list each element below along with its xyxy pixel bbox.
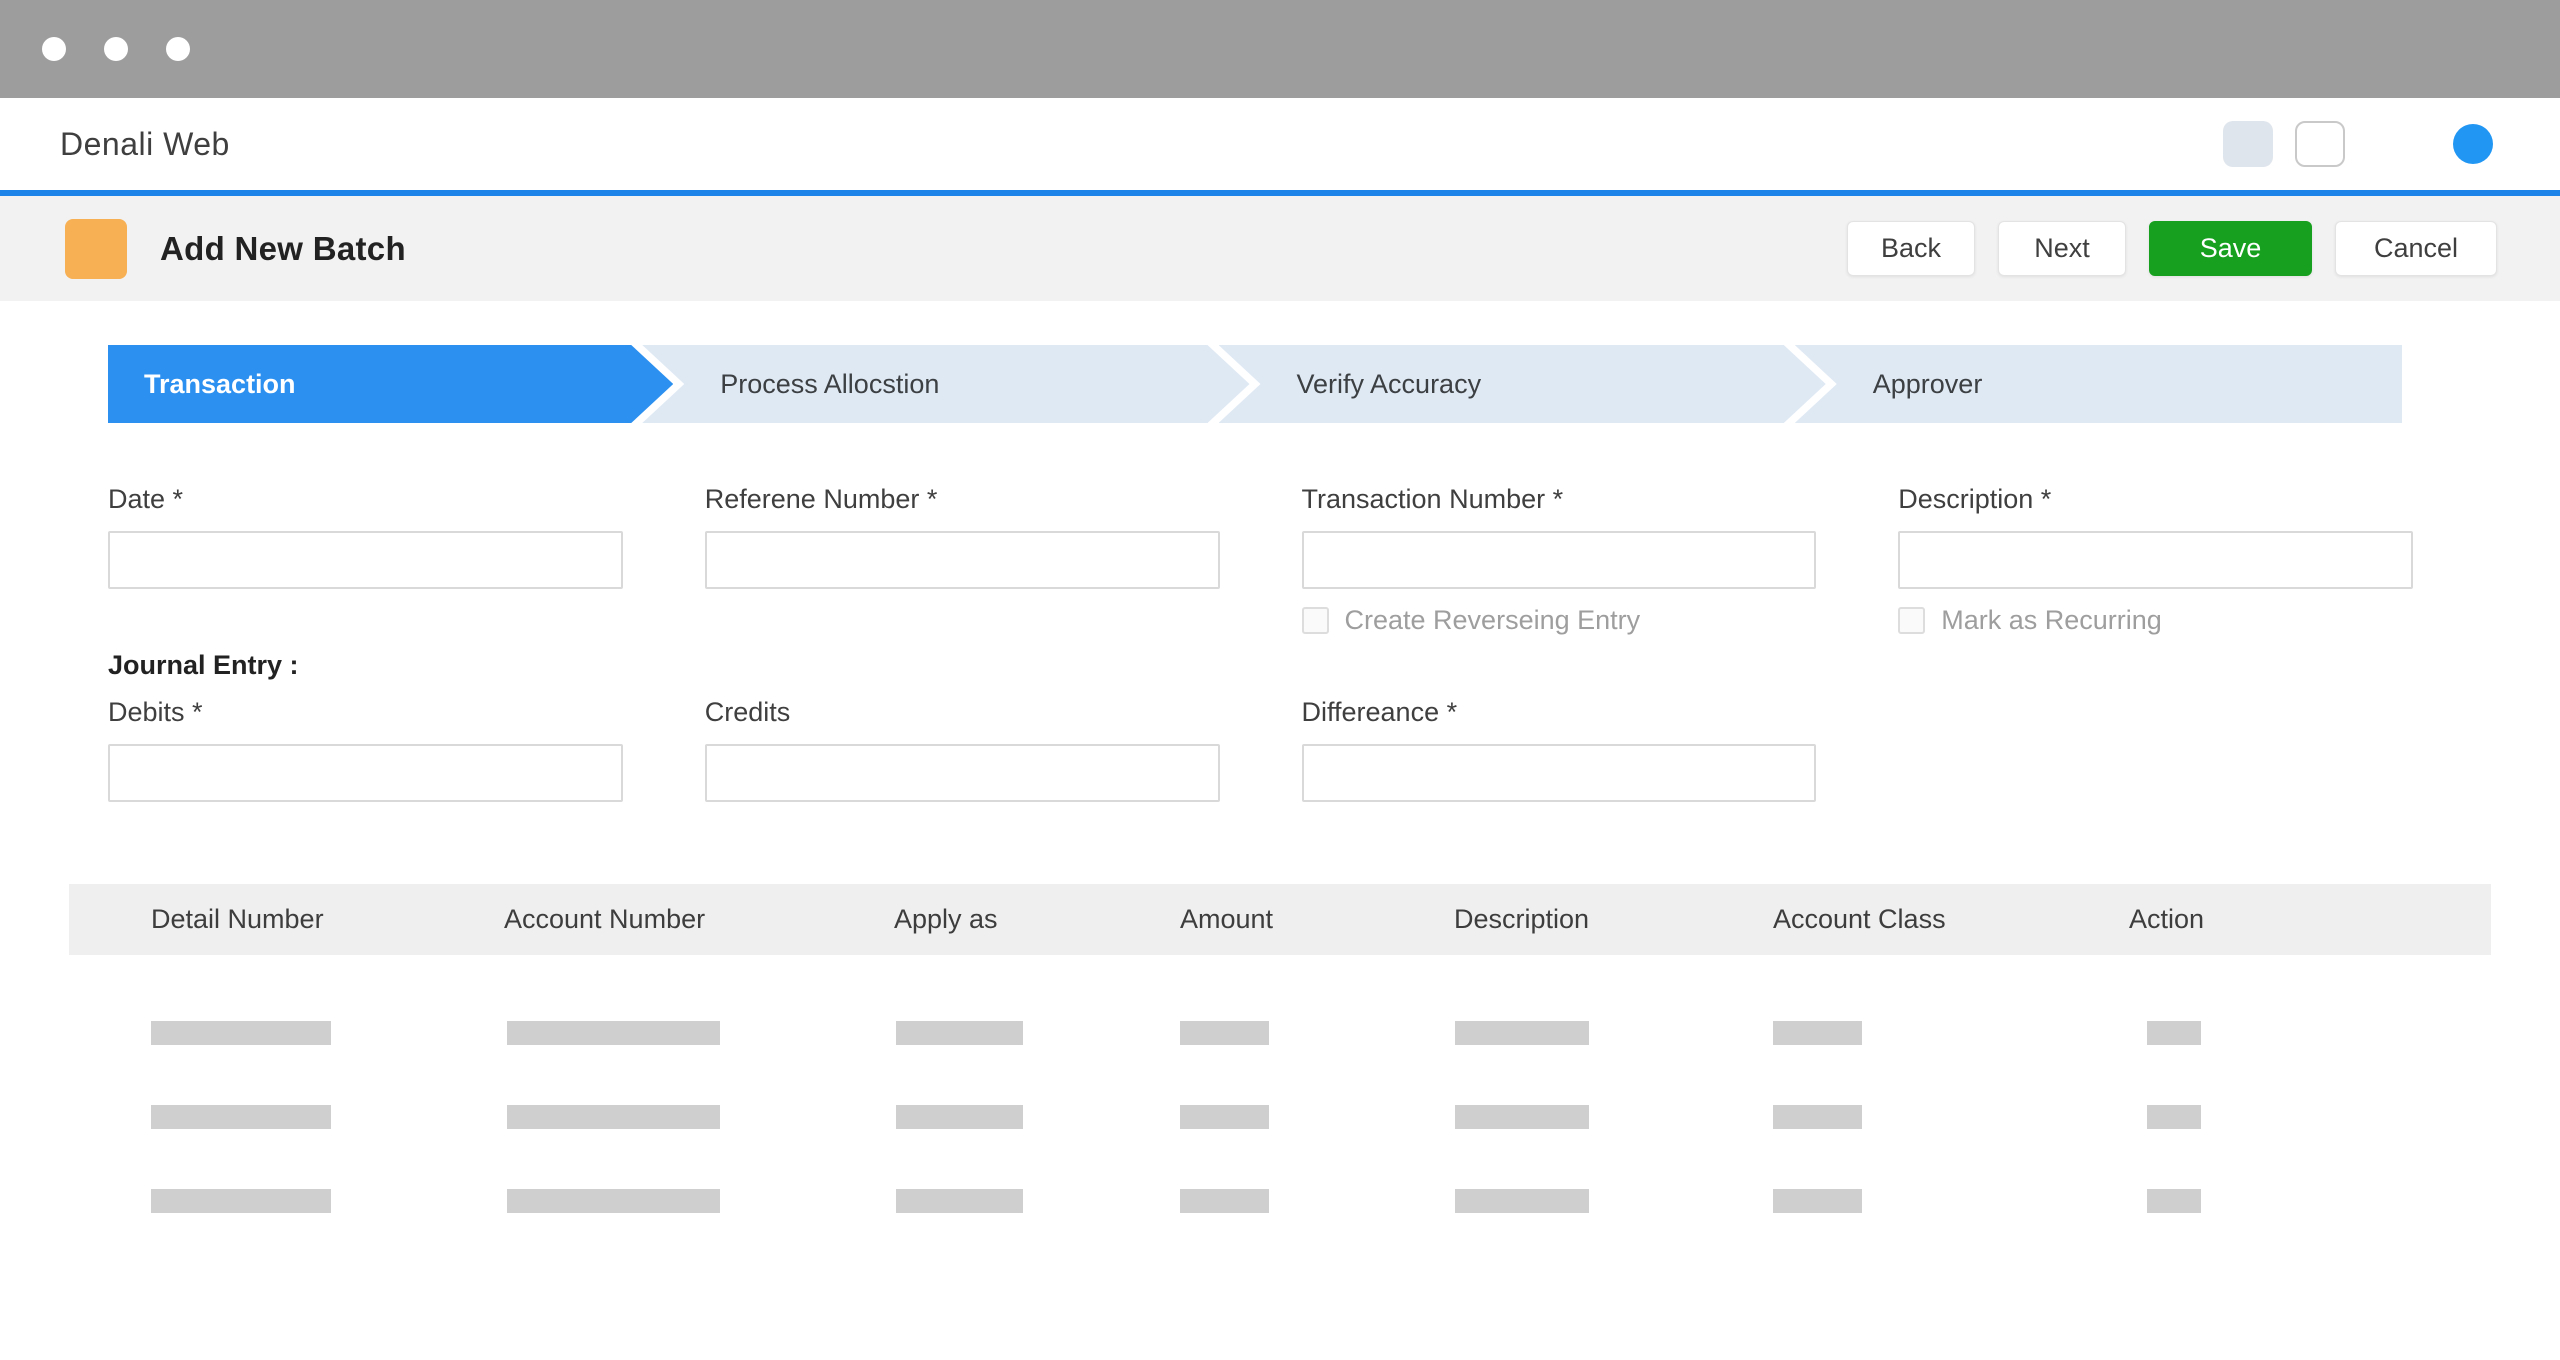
debits-input[interactable] xyxy=(108,744,623,802)
reference-number-label: Referene Number * xyxy=(704,484,938,514)
skeleton-bar xyxy=(896,1189,1023,1213)
transaction-number-field-group: Transaction Number * Create Reverseing E… xyxy=(1301,483,1817,636)
col-amount: Amount xyxy=(1180,904,1274,934)
page-header: Add New Batch Back Next Save Cancel xyxy=(0,196,2560,301)
table-row xyxy=(69,1159,2491,1243)
batch-details-table: Detail Number Account Number Apply as Am… xyxy=(69,884,2491,1243)
create-reversing-entry-option: Create Reverseing Entry xyxy=(1301,605,1817,636)
step-approver[interactable]: Approver xyxy=(1794,345,2402,423)
skeleton-bar xyxy=(151,1105,331,1129)
table-row xyxy=(69,991,2491,1075)
skeleton-bar xyxy=(1773,1021,1862,1045)
description-label: Description * xyxy=(1898,484,2052,514)
col-apply-as: Apply as xyxy=(894,904,998,934)
credits-input[interactable] xyxy=(704,744,1220,802)
skeleton-bar xyxy=(2147,1189,2201,1213)
wizard-stepper: Transaction Process Allocstion Verify Ac… xyxy=(108,345,2402,423)
skeleton-bar xyxy=(507,1105,720,1129)
create-reversing-entry-checkbox[interactable] xyxy=(1301,607,1329,634)
skeleton-bar xyxy=(896,1105,1023,1129)
header-actions: Back Next Save Cancel xyxy=(1847,221,2497,276)
skeleton-bar xyxy=(2147,1021,2201,1045)
app-window: Denali Web Add New Batch Back Next Save … xyxy=(0,0,2560,1360)
difference-input[interactable] xyxy=(1301,744,1817,802)
description-input[interactable] xyxy=(1898,531,2413,589)
skeleton-bar xyxy=(507,1021,720,1045)
debits-field-group: Debits * xyxy=(108,696,623,802)
batch-icon xyxy=(65,218,127,279)
skeleton-bar xyxy=(1455,1105,1589,1129)
skeleton-bar xyxy=(507,1189,720,1213)
table-header: Detail Number Account Number Apply as Am… xyxy=(69,884,2491,955)
credits-field-group: Credits xyxy=(704,696,1220,802)
mark-as-recurring-option: Mark as Recurring xyxy=(1898,605,2413,636)
skeleton-bar xyxy=(1180,1189,1269,1213)
batch-form: Date * Referene Number * Transaction Num… xyxy=(108,483,2413,802)
table-row xyxy=(69,1075,2491,1159)
difference-field-group: Differeance * xyxy=(1301,696,1817,802)
transaction-number-label: Transaction Number * xyxy=(1301,484,1564,514)
mark-as-recurring-label: Mark as Recurring xyxy=(1941,605,2162,635)
skeleton-bar xyxy=(1773,1189,1862,1213)
skeleton-bar xyxy=(1455,1189,1589,1213)
form-row-2: Debits * Credits Differeance * xyxy=(108,696,2413,802)
skeleton-bar xyxy=(1455,1021,1589,1045)
skeleton-bar xyxy=(2147,1105,2201,1129)
skeleton-bar xyxy=(151,1189,331,1213)
app-title: Denali Web xyxy=(60,125,230,162)
window-titlebar xyxy=(0,0,2560,98)
window-control-dot[interactable] xyxy=(104,37,128,61)
skeleton-bar xyxy=(1773,1105,1862,1129)
col-account-class: Account Class xyxy=(1773,904,1946,934)
col-action: Action xyxy=(2129,904,2205,934)
next-button[interactable]: Next xyxy=(1998,221,2126,276)
cancel-button[interactable]: Cancel xyxy=(2335,221,2497,276)
window-control-dot[interactable] xyxy=(42,37,66,61)
difference-label: Differeance * xyxy=(1301,697,1458,727)
form-row-1: Date * Referene Number * Transaction Num… xyxy=(108,483,2413,636)
window-control-dot[interactable] xyxy=(166,37,190,61)
credits-label: Credits xyxy=(704,697,791,727)
outlined-square-icon[interactable] xyxy=(2295,121,2345,167)
back-button[interactable]: Back xyxy=(1847,221,1975,276)
page-title: Add New Batch xyxy=(160,229,406,267)
table-body xyxy=(69,991,2491,1243)
col-description: Description xyxy=(1454,904,1590,934)
transaction-number-input[interactable] xyxy=(1301,531,1817,589)
date-field-group: Date * xyxy=(108,483,623,636)
debits-label: Debits * xyxy=(108,697,203,727)
filled-square-icon[interactable] xyxy=(2223,121,2273,167)
app-header-icons xyxy=(2223,121,2493,167)
col-detail-number: Detail Number xyxy=(151,904,324,934)
reference-number-input[interactable] xyxy=(704,531,1220,589)
create-reversing-entry-label: Create Reverseing Entry xyxy=(1344,605,1641,635)
skeleton-bar xyxy=(896,1021,1023,1045)
date-input[interactable] xyxy=(108,531,623,589)
step-process-allocation[interactable]: Process Allocstion xyxy=(642,345,1249,423)
col-account-number: Account Number xyxy=(504,904,706,934)
app-header: Denali Web xyxy=(0,98,2560,196)
save-button[interactable]: Save xyxy=(2149,221,2312,276)
mark-as-recurring-checkbox[interactable] xyxy=(1898,607,1926,634)
step-verify-accuracy[interactable]: Verify Accuracy xyxy=(1219,345,1826,423)
avatar-circle[interactable] xyxy=(2453,124,2493,164)
skeleton-bar xyxy=(1180,1021,1269,1045)
reference-number-field-group: Referene Number * xyxy=(704,483,1220,636)
journal-entry-heading: Journal Entry : xyxy=(108,650,299,680)
description-field-group: Description * Mark as Recurring xyxy=(1898,483,2413,636)
date-label: Date * xyxy=(108,484,184,514)
empty-cell xyxy=(1898,696,2413,802)
skeleton-bar xyxy=(151,1021,331,1045)
step-transaction[interactable]: Transaction xyxy=(108,345,673,423)
skeleton-bar xyxy=(1180,1105,1269,1129)
